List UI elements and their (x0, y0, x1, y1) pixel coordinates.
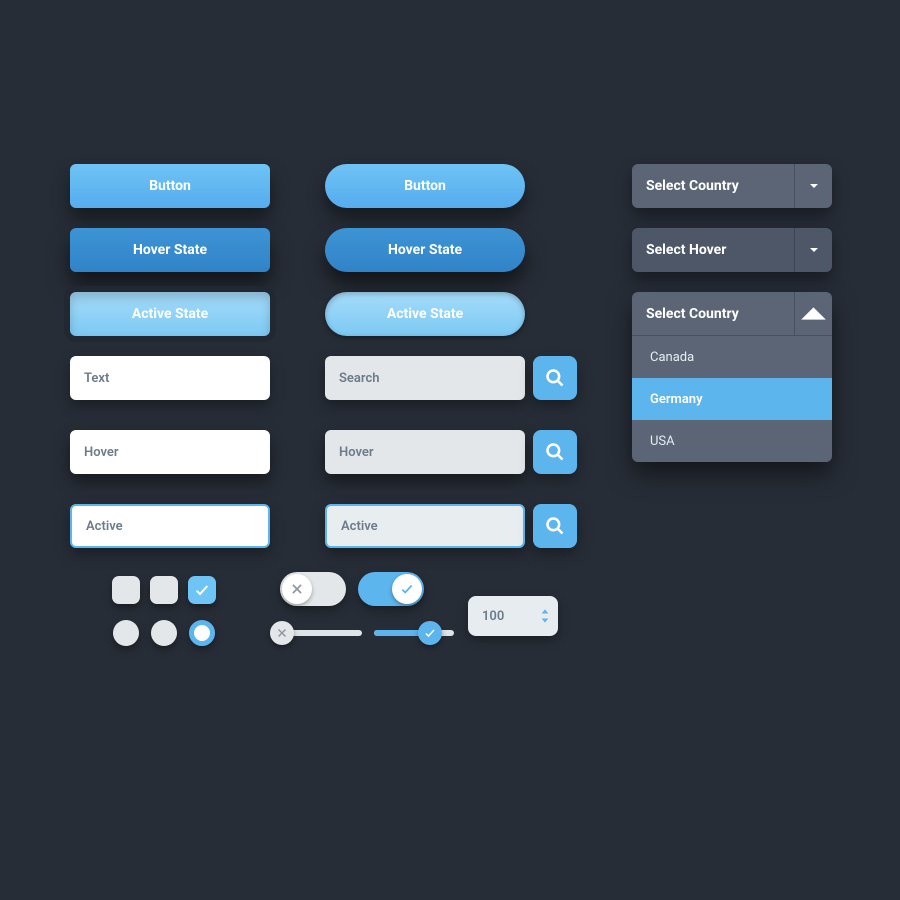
text-input-active[interactable]: Active (70, 504, 270, 548)
caret-down-icon (794, 228, 832, 272)
radio-off-1[interactable] (113, 620, 139, 646)
option-label: Germany (650, 392, 703, 407)
text-input-hover[interactable]: Hover (70, 430, 270, 474)
stepper-value: 100 (482, 609, 504, 624)
toggle-off[interactable] (280, 572, 346, 606)
button-label: Hover State (388, 242, 462, 258)
number-stepper[interactable]: 100 (468, 596, 558, 636)
button-rect-hover[interactable]: Hover State (70, 228, 270, 272)
x-icon (290, 582, 304, 596)
select-hover[interactable]: Select Hover (632, 228, 832, 272)
checkbox-on[interactable] (188, 576, 216, 604)
search-icon (545, 368, 565, 388)
caret-down-icon (794, 164, 832, 208)
checkbox-off-2[interactable] (150, 576, 178, 604)
input-placeholder: Text (84, 371, 109, 386)
select-label: Select Hover (632, 242, 794, 258)
search-button-hover[interactable] (533, 430, 577, 474)
checkbox-off-1[interactable] (112, 576, 140, 604)
radio-on[interactable] (189, 620, 215, 646)
select-label: Select Country (632, 306, 794, 322)
slider-handle[interactable] (270, 621, 294, 645)
select-open[interactable]: Select Country Canada Germany USA (632, 292, 832, 462)
button-pill-default[interactable]: Button (325, 164, 525, 208)
caret-up-icon[interactable] (540, 607, 550, 615)
check-icon (194, 582, 210, 598)
button-label: Button (404, 178, 446, 194)
button-label: Active State (132, 306, 208, 322)
caret-down-icon[interactable] (540, 617, 550, 625)
button-pill-active[interactable]: Active State (325, 292, 525, 336)
toggle-knob (392, 574, 422, 604)
toggle-knob (282, 574, 312, 604)
select-option-usa[interactable]: USA (632, 420, 832, 462)
button-label: Active State (387, 306, 463, 322)
slider-handle[interactable] (418, 621, 442, 645)
x-icon (276, 627, 288, 639)
toggle-on[interactable] (358, 572, 424, 606)
input-placeholder: Hover (84, 445, 119, 460)
search-input-hover[interactable]: Hover (325, 430, 525, 474)
input-placeholder: Hover (339, 445, 374, 460)
radio-off-2[interactable] (151, 620, 177, 646)
caret-up-icon (794, 292, 832, 335)
input-placeholder: Active (86, 519, 123, 534)
select-open-header[interactable]: Select Country (632, 292, 832, 336)
slider-right[interactable] (374, 630, 454, 636)
slider-left[interactable] (282, 630, 362, 636)
button-label: Button (149, 178, 191, 194)
search-icon (545, 516, 565, 536)
search-button-default[interactable] (533, 356, 577, 400)
select-option-canada[interactable]: Canada (632, 336, 832, 378)
input-placeholder: Search (339, 371, 380, 386)
button-pill-hover[interactable]: Hover State (325, 228, 525, 272)
text-input-default[interactable]: Text (70, 356, 270, 400)
select-default[interactable]: Select Country (632, 164, 832, 208)
button-rect-active[interactable]: Active State (70, 292, 270, 336)
input-placeholder: Active (341, 519, 378, 534)
option-label: USA (650, 434, 675, 449)
check-icon (400, 582, 414, 596)
search-input-active[interactable]: Active (325, 504, 525, 548)
button-label: Hover State (133, 242, 207, 258)
search-icon (545, 442, 565, 462)
select-label: Select Country (632, 178, 794, 194)
select-option-germany[interactable]: Germany (632, 378, 832, 420)
search-button-active[interactable] (533, 504, 577, 548)
option-label: Canada (650, 350, 694, 365)
search-input-default[interactable]: Search (325, 356, 525, 400)
check-icon (424, 627, 436, 639)
button-rect-default[interactable]: Button (70, 164, 270, 208)
